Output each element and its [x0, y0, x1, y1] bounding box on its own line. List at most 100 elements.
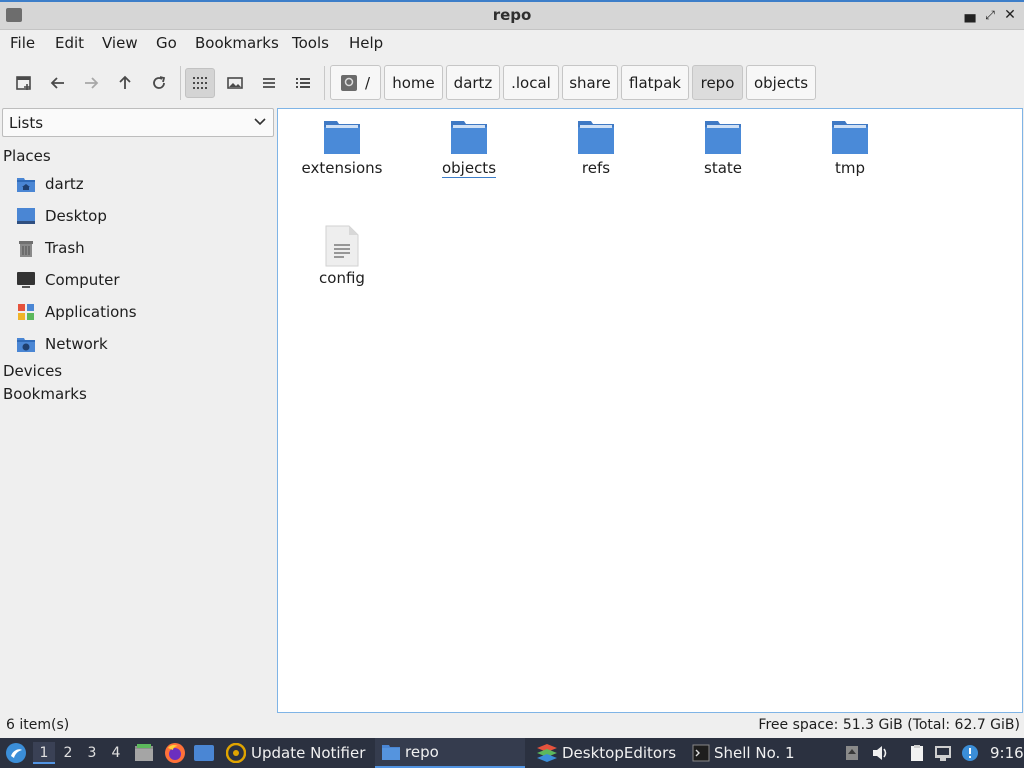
- folder-item[interactable]: refs: [546, 117, 646, 177]
- devices-header[interactable]: Devices: [3, 362, 62, 380]
- sidebar-item-dartz[interactable]: dartz: [16, 170, 84, 198]
- task-shell[interactable]: Shell No. 1: [686, 738, 836, 768]
- title-bar[interactable]: repo ▄ ⤢ ✕: [0, 0, 1024, 30]
- file-view[interactable]: extensions objects refs state tmp config: [277, 108, 1023, 713]
- folder-item[interactable]: objects: [419, 117, 519, 178]
- item-count: 6 item(s): [6, 717, 70, 733]
- sidebar-item-label: Trash: [45, 239, 85, 257]
- clock[interactable]: 9:16: [990, 738, 1024, 768]
- thumbnail-view-button[interactable]: [220, 68, 250, 98]
- show-desktop-button[interactable]: [193, 738, 215, 768]
- desktop-icon: [194, 745, 214, 761]
- menu-tools[interactable]: Tools: [292, 34, 329, 52]
- workspace-3[interactable]: 3: [81, 742, 103, 764]
- minimize-button[interactable]: ▄: [960, 5, 980, 25]
- file-name: config: [319, 269, 365, 287]
- sidebar-item-network[interactable]: Network: [16, 330, 108, 358]
- folder-item[interactable]: tmp: [800, 117, 900, 177]
- file-item[interactable]: config: [292, 225, 392, 287]
- arrow-up-icon: [119, 75, 131, 89]
- path-root[interactable]: /: [330, 65, 381, 100]
- sidebar-item-desktop[interactable]: Desktop: [16, 202, 107, 230]
- forward-button[interactable]: [76, 68, 106, 98]
- task-desktopeditors[interactable]: DesktopEditors: [530, 738, 680, 768]
- sidebar-item-trash[interactable]: Trash: [16, 234, 85, 262]
- eject-icon: [846, 746, 858, 760]
- folder-item[interactable]: state: [673, 117, 773, 177]
- icon-view-button[interactable]: [185, 68, 215, 98]
- network-icon: [16, 334, 36, 354]
- path-share[interactable]: share: [562, 65, 618, 100]
- task-repo[interactable]: repo: [375, 738, 525, 768]
- menu-help[interactable]: Help: [349, 34, 383, 52]
- path-flatpak[interactable]: flatpak: [621, 65, 689, 100]
- new-tab-icon: [16, 76, 31, 90]
- status-bar: 6 item(s) Free space: 51.3 GiB (Total: 6…: [0, 714, 1024, 738]
- toolbar: / home dartz .local share flatpak repo o…: [0, 60, 1024, 106]
- up-button[interactable]: [110, 68, 140, 98]
- sidebar-item-label: Applications: [45, 303, 137, 321]
- file-manager-icon: [135, 744, 153, 761]
- toolbar-separator: [324, 66, 325, 100]
- arrow-left-icon: [50, 77, 64, 89]
- task-update-notifier[interactable]: Update Notifier: [220, 738, 368, 768]
- path-objects[interactable]: objects: [746, 65, 816, 100]
- path-home[interactable]: home: [384, 65, 443, 100]
- sidebar-item-applications[interactable]: Applications: [16, 298, 137, 326]
- arrow-right-icon: [85, 77, 99, 89]
- text-file-icon: [325, 225, 359, 267]
- window-title: repo: [492, 6, 532, 24]
- new-tab-button[interactable]: [9, 68, 39, 98]
- task-label: Shell No. 1: [714, 744, 795, 762]
- folder-icon: [451, 121, 487, 154]
- workspace-4[interactable]: 4: [105, 742, 127, 764]
- sidebar-item-label: Computer: [45, 271, 120, 289]
- file-name: extensions: [301, 159, 383, 177]
- menu-file[interactable]: File: [10, 34, 35, 52]
- firefox-launcher[interactable]: [164, 738, 186, 768]
- lubuntu-logo-icon: [6, 743, 26, 763]
- file-name: refs: [581, 159, 611, 177]
- detailed-view-button[interactable]: [288, 68, 318, 98]
- task-label: repo: [405, 743, 439, 761]
- menu-bar: File Edit View Go Bookmarks Tools Help: [0, 30, 1024, 56]
- update-notification-icon: [962, 745, 978, 761]
- trash-icon: [16, 238, 36, 258]
- maximize-button[interactable]: ⤢: [980, 5, 1000, 25]
- reload-button[interactable]: [144, 68, 174, 98]
- list-icon: [263, 78, 275, 88]
- workspace-1[interactable]: 1: [33, 742, 55, 764]
- close-button[interactable]: ✕: [1000, 5, 1020, 25]
- back-button[interactable]: [43, 68, 73, 98]
- menu-go[interactable]: Go: [156, 34, 177, 52]
- menu-bookmarks[interactable]: Bookmarks: [195, 34, 279, 52]
- sidebar-mode-label: Lists: [9, 114, 44, 132]
- grid-view-icon: [193, 77, 207, 89]
- sidebar-item-label: Network: [45, 335, 108, 353]
- bookmarks-header[interactable]: Bookmarks: [3, 385, 87, 403]
- menu-edit[interactable]: Edit: [55, 34, 84, 52]
- sidebar-item-computer[interactable]: Computer: [16, 266, 120, 294]
- compact-view-button[interactable]: [254, 68, 284, 98]
- workspace-2[interactable]: 2: [57, 742, 79, 764]
- folder-icon: [382, 745, 400, 760]
- sidebar-mode-select[interactable]: Lists: [2, 108, 274, 137]
- desktop-icon: [16, 206, 36, 226]
- path-local[interactable]: .local: [503, 65, 559, 100]
- folder-icon: [705, 121, 741, 154]
- network-wired-icon: [935, 746, 951, 761]
- path-repo[interactable]: repo: [692, 65, 743, 100]
- home-folder-icon: [16, 174, 36, 194]
- start-menu-button[interactable]: [5, 738, 27, 768]
- sidebar-item-label: Desktop: [45, 207, 107, 225]
- terminal-icon: [692, 744, 710, 762]
- folder-item[interactable]: extensions: [292, 117, 392, 177]
- file-manager-launcher[interactable]: [134, 738, 154, 768]
- menu-view[interactable]: View: [102, 34, 138, 52]
- sidebar: Lists Places dartz Desktop Trash Compute…: [0, 108, 276, 713]
- file-name: objects: [441, 159, 497, 178]
- update-notifier-icon: [226, 743, 246, 763]
- places-header[interactable]: Places: [3, 147, 51, 165]
- path-dartz[interactable]: dartz: [446, 65, 500, 100]
- folder-icon: [578, 121, 614, 154]
